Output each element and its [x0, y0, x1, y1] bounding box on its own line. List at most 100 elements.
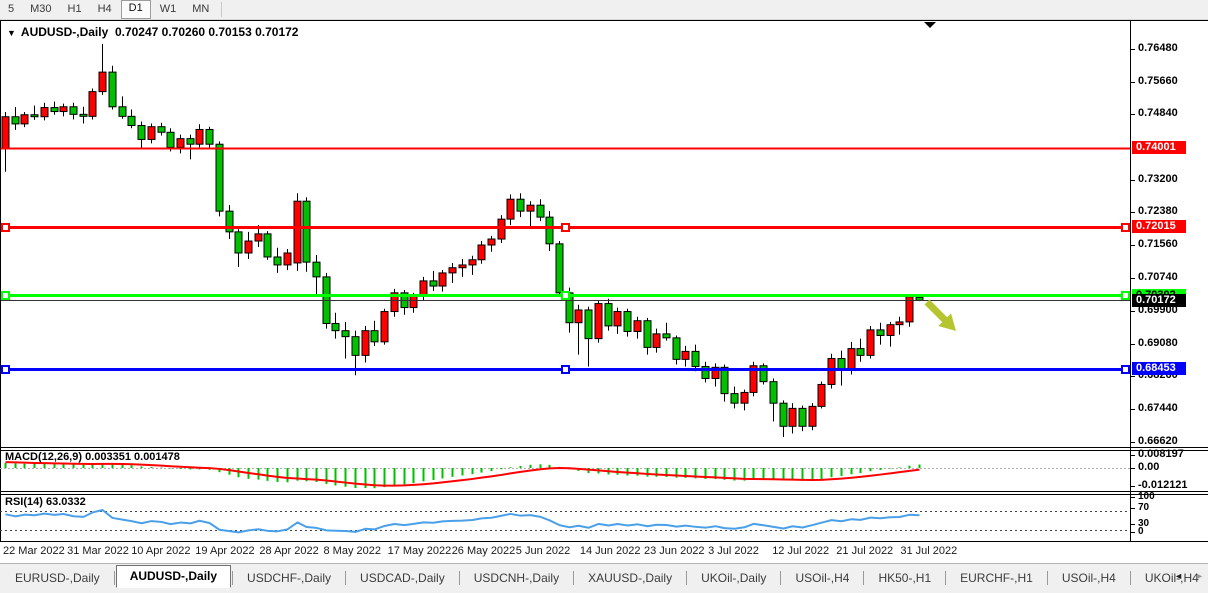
- price-axis-label: 0.73200: [1138, 173, 1178, 185]
- symbol-tab-usoil[interactable]: USOil-,H4: [1049, 568, 1129, 588]
- candle-body-up: [99, 72, 106, 92]
- candle-body-down: [430, 281, 437, 286]
- candle-body-up: [507, 199, 514, 219]
- symbol-tab-eurusd[interactable]: EURUSD-,Daily: [2, 568, 113, 588]
- candle-body-up: [177, 139, 184, 148]
- hline-handle[interactable]: [562, 366, 569, 373]
- chart-symbol-period: AUDUSD-,Daily: [21, 25, 108, 39]
- candle-body-up: [148, 127, 155, 140]
- rsi-axis-label: 70: [1138, 502, 1149, 513]
- candle-body-up: [284, 253, 291, 265]
- date-axis-label: 14 Jun 2022: [580, 545, 641, 557]
- date-axis-label: 10 Apr 2022: [131, 545, 190, 557]
- symbol-tab-ukoil[interactable]: UKOil-,Daily: [688, 568, 779, 588]
- candle-body-down: [31, 115, 38, 117]
- price-level-chip: 0.72015: [1132, 220, 1186, 233]
- candle-body-up: [527, 205, 534, 211]
- date-axis-label: 17 May 2022: [388, 545, 452, 557]
- candle-body-down: [605, 304, 612, 326]
- hline-handle[interactable]: [2, 366, 9, 373]
- candle-body-up: [2, 117, 9, 149]
- candle-body-down: [206, 129, 213, 144]
- tab-separator: [114, 571, 115, 585]
- candle-body-up: [255, 234, 262, 241]
- candle-body-up: [828, 359, 835, 385]
- tab-separator: [780, 571, 781, 585]
- price-axis-label: 0.76480: [1138, 42, 1178, 54]
- candle-body-up: [498, 219, 505, 239]
- candle-body-down: [158, 127, 165, 133]
- chart-dropdown-icon[interactable]: ▼: [7, 28, 16, 38]
- candle-body-up: [896, 322, 903, 325]
- candle-body-up: [478, 245, 485, 260]
- date-axis-label: 19 Apr 2022: [195, 545, 254, 557]
- candle-body-up: [21, 115, 28, 124]
- hline-handle[interactable]: [1122, 292, 1129, 299]
- chart-title: ▼ AUDUSD-,Daily 0.70247 0.70260 0.70153 0…: [7, 25, 298, 39]
- candle-body-down: [556, 244, 563, 293]
- symbol-tab-usdcad[interactable]: USDCAD-,Daily: [347, 568, 458, 588]
- price-level-chip: 0.68453: [1132, 362, 1186, 375]
- sell-arrow-annotation[interactable]: [921, 296, 963, 338]
- candle-body-up: [818, 384, 825, 406]
- date-axis-label: 12 Jul 2022: [772, 545, 829, 557]
- tab-scroll-right-icon[interactable]: ►: [1195, 569, 1204, 583]
- candle-body-up: [789, 408, 796, 426]
- candle-body-down: [546, 217, 553, 244]
- date-axis-label: 21 Jul 2022: [836, 545, 893, 557]
- candle-body-up: [459, 265, 466, 268]
- price-axis-label: 0.66620: [1138, 435, 1178, 447]
- chart-ohlc-values: 0.70247 0.70260 0.70153 0.70172: [115, 25, 299, 39]
- symbol-tab-usdchf[interactable]: USDCHF-,Daily: [234, 568, 344, 588]
- candle-body-down: [51, 108, 58, 112]
- terminal-window: 5M30H1H4D1W1MN ▼AUDUSD-,Daily 0.70247 0.…: [0, 0, 1208, 593]
- candle-body-up: [41, 108, 48, 117]
- symbol-tab-usdcnh[interactable]: USDCNH-,Daily: [461, 568, 572, 588]
- candle-body-up: [614, 312, 621, 326]
- symbol-tab-audusd[interactable]: AUDUSD-,Daily: [116, 565, 231, 588]
- candle-body-down: [352, 337, 359, 356]
- rsi-axis-label: 0: [1138, 526, 1144, 537]
- symbol-tab-usoil[interactable]: USOil-,H4: [782, 568, 862, 588]
- price-axis-label: 0.74840: [1138, 107, 1178, 119]
- hline-handle[interactable]: [2, 292, 9, 299]
- candle-body-down: [770, 382, 777, 404]
- hline-handle[interactable]: [1122, 366, 1129, 373]
- candle-body-down: [235, 232, 242, 253]
- candle-body-down: [303, 201, 310, 262]
- chart-canvas[interactable]: [0, 0, 1208, 593]
- symbol-tab-strip: EURUSD-,DailyAUDUSD-,DailyUSDCHF-,DailyU…: [0, 563, 1208, 593]
- hline-handle[interactable]: [1122, 224, 1129, 231]
- chart-shift-marker-icon: [924, 22, 936, 28]
- candle-body-down: [138, 125, 145, 139]
- candle-body-down: [371, 331, 378, 342]
- candle-body-down: [313, 262, 320, 277]
- macd-indicator-label: MACD(12,26,9) 0.003351 0.001478: [5, 451, 180, 463]
- hline-handle[interactable]: [562, 224, 569, 231]
- date-axis-label: 22 Mar 2022: [3, 545, 65, 557]
- symbol-tabs: EURUSD-,DailyAUDUSD-,DailyUSDCHF-,DailyU…: [2, 566, 1208, 588]
- tab-separator: [863, 571, 864, 585]
- candle-body-down: [216, 144, 223, 211]
- candle-body-down: [167, 132, 174, 147]
- tab-separator: [345, 571, 346, 585]
- symbol-tab-hk50[interactable]: HK50-,H1: [865, 568, 944, 588]
- candle-body-up: [381, 312, 388, 342]
- symbol-tab-eurchf[interactable]: EURCHF-,H1: [947, 568, 1046, 588]
- candle-body-down: [692, 351, 699, 366]
- tab-scroll-left-icon[interactable]: ◄: [1174, 569, 1183, 583]
- date-axis-label: 26 May 2022: [452, 545, 516, 557]
- tab-separator: [686, 571, 687, 585]
- candle-body-down: [70, 107, 77, 115]
- candle-body-down: [780, 403, 787, 426]
- candle-body-down: [799, 408, 806, 426]
- candle-body-down: [721, 367, 728, 393]
- date-axis-label: 8 May 2022: [324, 545, 381, 557]
- candle-body-down: [877, 330, 884, 336]
- hline-handle[interactable]: [2, 224, 9, 231]
- hline-handle[interactable]: [562, 292, 569, 299]
- price-axis-label: 0.70740: [1138, 271, 1178, 283]
- date-axis-label: 23 Jun 2022: [644, 545, 705, 557]
- macd-axis-label: 0.008197: [1138, 448, 1184, 460]
- symbol-tab-xauusd[interactable]: XAUUSD-,Daily: [575, 568, 685, 588]
